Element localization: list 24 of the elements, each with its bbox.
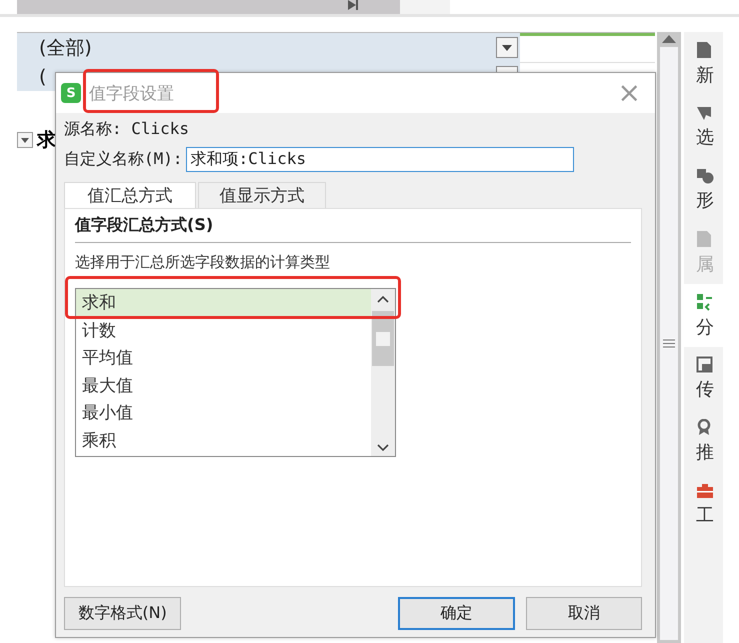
source-name: 源名称: Clicks	[64, 119, 190, 140]
section-title: 值字段汇总方式(S)	[75, 215, 631, 243]
dialog-button[interactable]: 取消	[526, 597, 642, 630]
side-panel-item[interactable]: 工	[684, 473, 723, 536]
side-panel-item[interactable]: 分	[684, 284, 723, 347]
dialog-title: 值字段设置	[89, 82, 175, 104]
function-list[interactable]: 求和 计数 平均值 最大值 最小值 乘积	[75, 288, 396, 457]
custom-name-field[interactable]: 求和项:Clicks	[186, 147, 574, 172]
side-panel-item[interactable]: 推	[684, 410, 723, 473]
filter-value: (	[39, 66, 46, 88]
side-panel-item[interactable]: 选	[684, 95, 723, 158]
filter-value: (全部)	[39, 36, 92, 60]
row-label: 求	[37, 128, 56, 153]
side-panel-item[interactable]: 新	[684, 32, 723, 95]
list-item[interactable]: 求和	[76, 289, 371, 316]
hint-text: 选择用于汇总所选字段数据的计算类型	[75, 253, 331, 272]
side-panel-item[interactable]: 传	[684, 347, 723, 410]
number-format-button[interactable]: 数字格式(N)	[64, 597, 182, 630]
tab[interactable]: 值汇总方式	[64, 182, 196, 208]
app-badge: S	[61, 83, 81, 103]
field-label: 自定义名称(M):	[64, 149, 183, 170]
side-panel-item[interactable]: 形	[684, 158, 723, 221]
tab[interactable]: 值显示方式	[198, 182, 326, 208]
dialog-button[interactable]: 确定	[398, 597, 515, 630]
